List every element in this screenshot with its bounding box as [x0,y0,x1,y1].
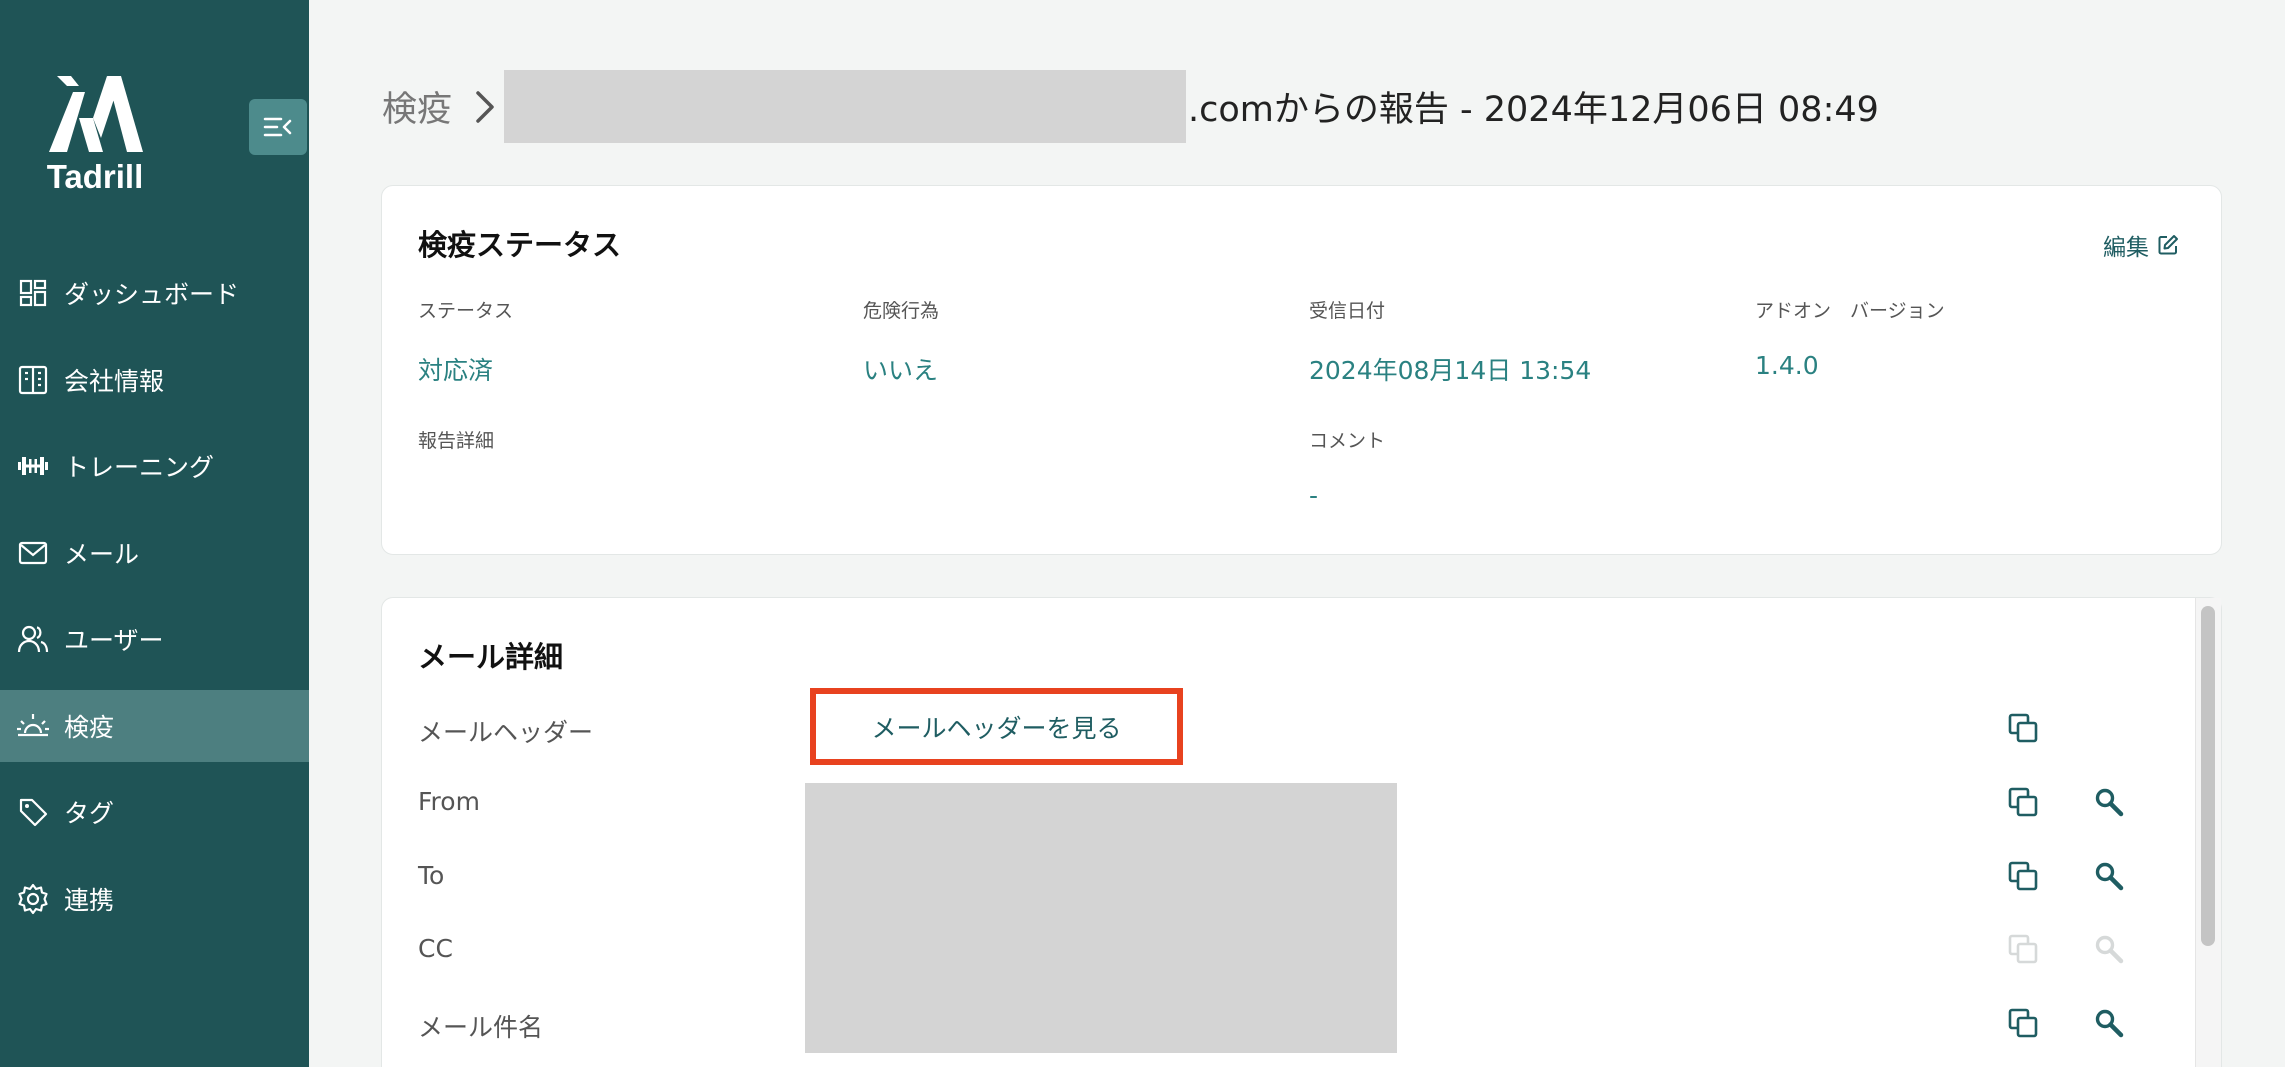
search-icon-disabled [2092,932,2126,966]
sidebar-item-tag[interactable]: タグ [0,776,309,848]
sidebar-item-label: 会社情報 [64,366,165,396]
building-icon [16,363,50,397]
collapse-menu-icon [263,117,292,137]
edit-button[interactable]: 編集 [2103,228,2179,262]
copy-icon[interactable] [2006,785,2040,819]
redacted-mail-fields [805,783,1397,1053]
sidebar-item-label: 検疫 [64,712,115,742]
app-name: Tadrill [46,158,144,195]
status-label: ステータス [418,300,514,322]
risk-value: いいえ [863,356,939,385]
breadcrumb-root-link[interactable]: 検疫 [382,81,452,132]
sidebar-item-label: タグ [64,799,115,828]
search-icon[interactable] [2092,859,2126,893]
cc-label: CC [418,934,453,963]
app-logo[interactable]: Tadrill [40,74,150,196]
sidebar-item-integration[interactable]: 連携 [0,863,309,935]
breadcrumb: 検疫 .comからの報告 - 2024年12月06日 08:49 [382,70,1879,143]
status-value: 対応済 [418,356,494,385]
copy-icon[interactable] [2006,859,2040,893]
sidebar-item-users[interactable]: ユーザー [0,603,309,675]
users-icon [16,622,50,656]
tag-icon [16,795,50,829]
copy-icon-disabled [2006,932,2040,966]
page-title: .comからの報告 - 2024年12月06日 08:49 [1188,90,1879,130]
tadrill-logo-icon [49,76,143,152]
status-card-title: 検疫ステータス [418,228,622,262]
addon-version-value: 1.4.0 [1755,351,1819,380]
sidebar-item-label: ユーザー [64,626,164,655]
sidebar-item-label: トレーニング [64,453,215,482]
sidebar-item-quarantine[interactable]: 検疫 [0,689,309,762]
sidebar-item-label: メール [64,539,140,569]
copy-icon[interactable] [2006,1006,2040,1040]
search-icon[interactable] [2092,785,2126,819]
sidebar-nav: ダッシュボード 会社情報 トレーニング メール ユーザー 検疫 タグ 連携 [0,257,309,949]
quarantine-status-card: 検疫ステータス 編集 ステータス 対応済 危険行為 いいえ 受信日付 2024年… [381,185,2222,555]
addon-version-label: アドオン バージョン [1755,300,1945,322]
quarantine-icon [16,709,50,743]
sidebar-item-training[interactable]: トレーニング [0,430,309,502]
scrollbar-thumb[interactable] [2201,606,2215,946]
mail-header-label: メールヘッダー [418,718,594,747]
to-label: To [418,861,445,890]
sidebar-item-dashboard[interactable]: ダッシュボード [0,257,309,329]
mail-detail-card: メール詳細 メールヘッダー From To CC メール件名 メールヘッダーを見… [381,597,2222,1067]
from-label: From [418,787,480,816]
sidebar-item-label: 連携 [64,885,115,915]
sidebar-collapse-button[interactable] [249,99,307,155]
sidebar-item-label: ダッシュボード [64,280,240,309]
risk-label: 危険行為 [863,300,940,322]
mail-card-title: メール詳細 [418,640,564,674]
view-mail-header-link[interactable]: メールヘッダーを見る [810,688,1183,765]
edit-label: 編集 [2103,235,2149,261]
comment-value: - [1309,481,1319,510]
sidebar: Tadrill ダッシュボード 会社情報 トレーニング メール ユーザー 検疫 … [0,0,309,1067]
sidebar-item-mail[interactable]: メール [0,517,309,589]
chevron-right-icon [474,89,496,125]
comment-label: コメント [1309,430,1386,452]
redacted-sender [504,70,1187,143]
edit-icon [2158,235,2178,255]
search-icon[interactable] [2092,1006,2126,1040]
dashboard-icon [16,276,50,310]
gear-icon [16,882,50,916]
copy-icon[interactable] [2006,711,2040,745]
scrollbar-track[interactable] [2195,598,2221,1067]
received-date-value: 2024年08月14日 13:54 [1309,356,1592,385]
subject-label: メール件名 [418,1013,544,1042]
received-date-label: 受信日付 [1309,300,1386,322]
dumbbell-icon [16,449,50,483]
sidebar-item-company[interactable]: 会社情報 [0,344,309,416]
mail-icon [16,536,50,570]
report-detail-label: 報告詳細 [418,430,495,452]
